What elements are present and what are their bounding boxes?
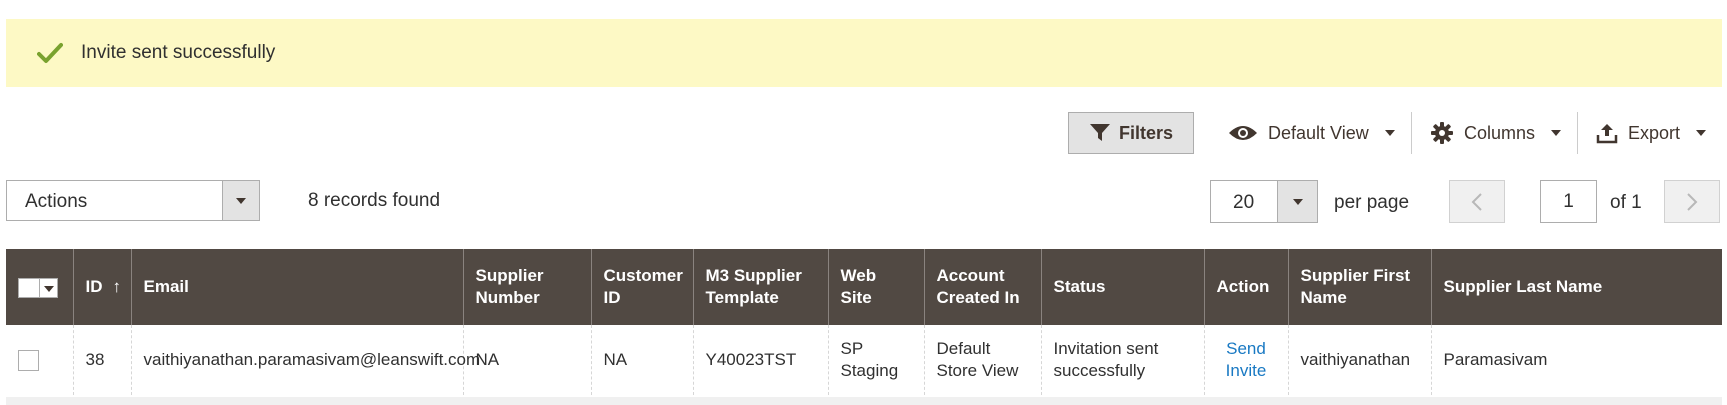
chevron-right-icon (1687, 193, 1698, 211)
cell-web-site: SP Staging (827, 325, 924, 395)
cell-status: Invitation sent successfully (1040, 325, 1204, 395)
gear-icon (1431, 122, 1453, 144)
filters-button[interactable]: Filters (1068, 112, 1194, 154)
cell-supplier-first-name: vaithiyanathan (1287, 325, 1431, 395)
cell-id: 38 (72, 325, 131, 395)
mass-actions-select[interactable]: Actions (6, 180, 260, 221)
mass-actions-label: Actions (25, 191, 88, 212)
send-invite-link[interactable]: Send Invite (1217, 338, 1276, 382)
row-checkbox[interactable] (18, 350, 39, 371)
column-header-action: Action (1203, 249, 1288, 325)
cell-account-created-in: Default Store View (923, 325, 1041, 395)
column-header-account-created-in[interactable]: Account Created In (923, 249, 1041, 325)
mass-select-dropdown[interactable] (40, 277, 58, 298)
per-page-select[interactable]: 20 (1210, 180, 1318, 223)
mass-actions-toggle[interactable] (222, 181, 259, 220)
column-header-id-label: ID (85, 277, 103, 296)
export-label: Export (1628, 122, 1681, 143)
per-page-value: 20 (1233, 192, 1255, 213)
column-header-status[interactable]: Status (1040, 249, 1204, 325)
columns-dropdown[interactable]: Columns (1430, 112, 1562, 154)
columns-label: Columns (1464, 122, 1536, 143)
next-page-button[interactable] (1664, 180, 1720, 223)
per-page-label: per page (1334, 192, 1410, 213)
chevron-left-icon (1471, 193, 1482, 211)
filters-label: Filters (1118, 122, 1174, 143)
chevron-down-icon (236, 198, 246, 204)
success-message: Invite sent successfully (6, 19, 1722, 87)
column-header-customer-id[interactable]: Customer ID (590, 249, 693, 325)
cell-email: vaithiyanathan.paramasivam@leanswift.com (130, 325, 480, 395)
default-view-dropdown[interactable]: Default View (1228, 112, 1395, 154)
cell-supplier-number: NA (462, 325, 591, 395)
column-header-supplier-number[interactable]: Supplier Number (462, 249, 591, 325)
cell-customer-id: NA (590, 325, 693, 395)
mass-select-control[interactable] (18, 277, 58, 298)
chevron-down-icon (44, 285, 54, 292)
export-icon (1596, 124, 1618, 144)
cell-m3-supplier-template: Y40023TST (692, 325, 828, 395)
divider (1577, 112, 1578, 154)
checkmark-icon (37, 43, 63, 63)
column-header-supplier-first-name[interactable]: Supplier First Name (1287, 249, 1431, 325)
chevron-down-icon (1384, 130, 1395, 136)
success-message-text: Invite sent successfully (81, 42, 276, 63)
eye-icon (1229, 126, 1257, 140)
supplier-invites-grid: ID ↑ Email Supplier Number Customer ID M3… (6, 249, 1722, 395)
chevron-down-icon (1696, 130, 1707, 136)
divider (1411, 112, 1412, 154)
column-header-supplier-last-name[interactable]: Supplier Last Name (1430, 249, 1722, 325)
current-page-input[interactable] (1540, 180, 1597, 223)
column-header-m3-supplier-template[interactable]: M3 Supplier Template (692, 249, 828, 325)
export-dropdown[interactable]: Export (1596, 112, 1707, 154)
cell-action: Send Invite (1203, 325, 1288, 395)
next-row-edge (6, 397, 1722, 405)
row-select-cell (6, 325, 73, 395)
column-header-email[interactable]: Email (130, 249, 463, 325)
default-view-label: Default View (1268, 122, 1369, 143)
previous-page-button[interactable] (1449, 180, 1505, 223)
total-pages-label: of 1 (1610, 192, 1642, 213)
grid-pager-toolbar: Actions 8 records found 20 per page of 1 (0, 180, 1727, 223)
cell-supplier-last-name: Paramasivam (1430, 325, 1722, 395)
per-page-toggle[interactable] (1277, 181, 1317, 222)
sort-ascending-icon: ↑ (112, 277, 122, 296)
select-all-header (6, 249, 73, 325)
filter-icon (1089, 124, 1110, 141)
grid-header-row: ID ↑ Email Supplier Number Customer ID M3… (6, 249, 1722, 325)
select-all-checkbox[interactable] (18, 277, 40, 298)
records-count: 8 records found (308, 190, 441, 211)
chevron-down-icon (1293, 199, 1303, 205)
chevron-down-icon (1551, 130, 1562, 136)
grid-toolbar: Filters Default View Columns Export (0, 112, 1727, 156)
column-header-web-site[interactable]: Web Site (827, 249, 924, 325)
column-header-id[interactable]: ID ↑ (72, 249, 131, 325)
table-row[interactable]: 38 vaithiyanathan.paramasivam@leanswift.… (6, 325, 1722, 395)
